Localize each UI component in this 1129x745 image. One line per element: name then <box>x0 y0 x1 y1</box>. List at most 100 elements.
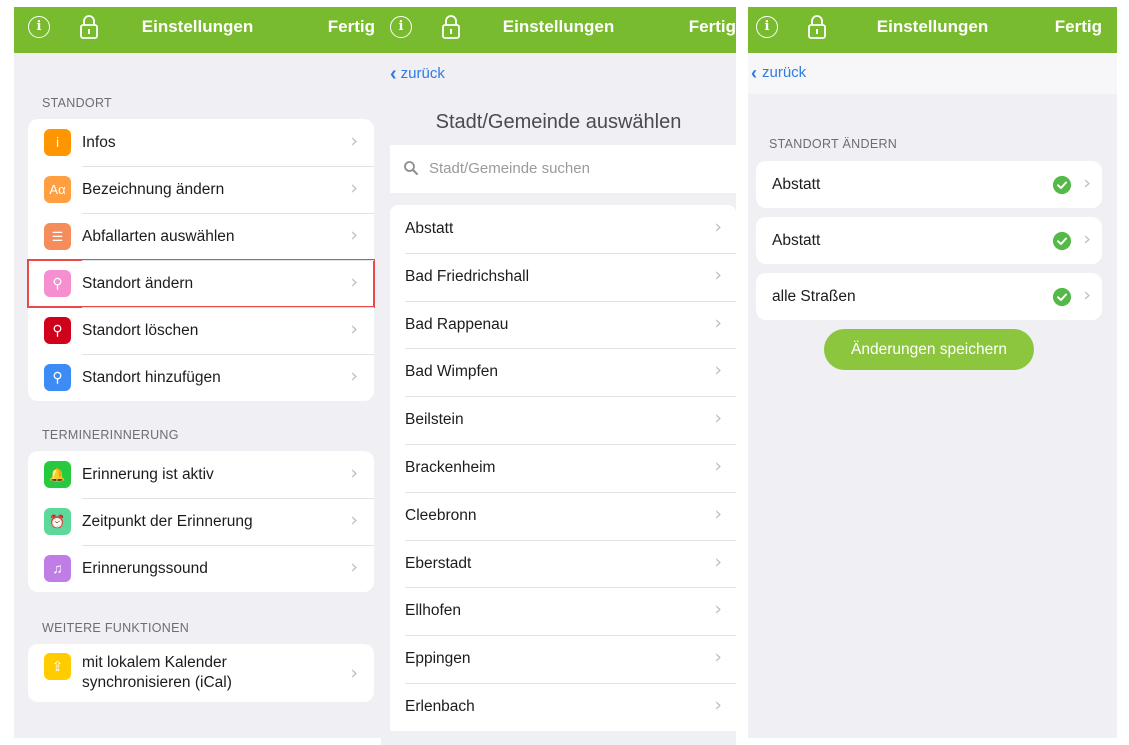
done-button[interactable]: Fertig <box>328 7 375 47</box>
chevron-right-icon: › <box>350 662 358 684</box>
city-label: Eberstadt <box>405 554 472 572</box>
chevron-right-icon: › <box>350 224 358 246</box>
location-delete-icon: ⚲ <box>44 317 71 344</box>
back-button[interactable]: ‹ zurück <box>751 53 806 93</box>
settings-item-erinnerung-aktiv[interactable]: 🔔 Erinnerung ist aktiv › <box>28 451 374 498</box>
settings-item-ical-sync[interactable]: ⇪ mit lokalem Kalender synchronisieren (… <box>28 644 374 702</box>
chevron-right-icon: › <box>1083 172 1091 194</box>
chevron-left-icon: ‹ <box>390 63 397 85</box>
standort-group: i Infos › Aα Bezeichnung ändern › ☰ Abfa… <box>27 119 375 401</box>
settings-item-standort-loeschen[interactable]: ⚲ Standort löschen › <box>28 307 374 354</box>
settings-item-sound[interactable]: ♫ Erinnerungssound › <box>28 545 374 592</box>
chevron-right-icon: › <box>714 693 722 716</box>
city-label: Brackenheim <box>405 458 496 476</box>
back-button[interactable]: ‹ zurück <box>390 63 445 86</box>
city-item-eberstadt[interactable]: Eberstadt › <box>390 539 736 588</box>
label-line-2: synchronisieren (iCal) <box>82 674 232 691</box>
city-item-cleebronn[interactable]: Cleebronn › <box>390 491 736 540</box>
chevron-right-icon: › <box>350 271 358 293</box>
chevron-right-icon: › <box>714 502 722 525</box>
chevron-right-icon: › <box>714 311 722 334</box>
city-item-eppingen[interactable]: Eppingen › <box>390 635 736 683</box>
section-title-standort-aendern: STANDORT ÄNDERN <box>769 137 898 151</box>
settings-item-standort-hinzufuegen[interactable]: ⚲ Standort hinzufügen › <box>28 354 374 401</box>
settings-item-label: Erinnerung ist aktiv <box>82 466 214 483</box>
selection-district[interactable]: Abstatt › <box>756 217 1102 264</box>
chevron-right-icon: › <box>350 130 358 152</box>
page-title: Einstellungen <box>502 17 615 36</box>
settings-item-abfallarten[interactable]: ☰ Abfallarten auswählen › <box>28 213 374 260</box>
location-edit-icon: ⚲ <box>44 270 71 297</box>
selection-label: Abstatt <box>772 232 821 249</box>
chevron-right-icon: › <box>714 646 722 669</box>
top-bar: i Einstellungen Fertig <box>14 7 381 53</box>
calendar-export-icon: ⇪ <box>44 653 71 680</box>
city-item-beilstein[interactable]: Beilstein › <box>390 396 736 444</box>
chevron-right-icon: › <box>350 318 358 340</box>
chevron-right-icon: › <box>714 263 722 286</box>
settings-item-label: Erinnerungssound <box>82 560 208 577</box>
chevron-right-icon: › <box>350 177 358 199</box>
selection-label: alle Straßen <box>772 288 856 305</box>
label-line-1: mit lokalem Kalender <box>82 654 227 671</box>
settings-item-label: Zeitpunkt der Erinnerung <box>82 513 253 530</box>
info-icon: i <box>44 129 71 156</box>
alarm-icon: ⏰ <box>44 508 71 535</box>
settings-item-label: Infos <box>82 134 116 151</box>
settings-item-label: Bezeichnung ändern <box>82 181 225 198</box>
settings-item-zeitpunkt[interactable]: ⏰ Zeitpunkt der Erinnerung › <box>28 498 374 545</box>
chevron-right-icon: › <box>714 407 722 430</box>
city-label: Bad Friedrichshall <box>405 267 530 285</box>
city-item-bad-wimpfen[interactable]: Bad Wimpfen › <box>390 348 736 396</box>
page-title: Einstellungen <box>141 17 254 36</box>
selection-street[interactable]: alle Straßen › <box>756 273 1102 320</box>
city-label: Abstatt <box>405 220 454 237</box>
settings-item-label: mit lokalem Kalender synchronisieren (iC… <box>82 653 232 693</box>
city-label: Cleebronn <box>405 506 477 524</box>
city-item-bad-friedrichshall[interactable]: Bad Friedrichshall › <box>390 252 736 301</box>
location-change-panel: i Einstellungen Fertig ‹ zurück STANDORT … <box>748 7 1117 738</box>
checkmark-icon <box>1053 176 1071 194</box>
search-field[interactable]: Stadt/Gemeinde suchen <box>390 145 736 193</box>
city-label: Erlenbach <box>405 697 475 715</box>
city-label: Bad Wimpfen <box>405 363 499 381</box>
chevron-left-icon: ‹ <box>751 63 757 83</box>
settings-item-label: Standort löschen <box>82 322 199 339</box>
settings-item-standort-aendern[interactable]: ⚲ Standort ändern › <box>27 259 375 308</box>
done-button[interactable]: Fertig <box>1055 7 1102 47</box>
section-title-weitere-funktionen: WEITERE FUNKTIONEN <box>42 621 190 635</box>
chevron-right-icon: › <box>350 365 358 387</box>
chevron-right-icon: › <box>1083 284 1091 306</box>
chevron-right-icon: › <box>714 598 722 621</box>
city-list: Abstatt › Bad Friedrichshall › Bad Rappena… <box>390 205 736 731</box>
bell-icon: 🔔 <box>44 461 71 488</box>
chevron-right-icon: › <box>714 359 722 382</box>
search-icon <box>404 161 418 175</box>
chevron-right-icon: › <box>714 454 722 477</box>
chevron-right-icon: › <box>350 462 358 484</box>
city-item-abstatt[interactable]: Abstatt › <box>390 205 736 253</box>
section-title-terminerinnerung: TERMINERINNERUNG <box>42 428 179 442</box>
city-item-ellhofen[interactable]: Ellhofen › <box>390 587 736 635</box>
city-item-erlenbach[interactable]: Erlenbach › <box>390 682 736 731</box>
done-button[interactable]: Fertig <box>689 7 736 47</box>
selection-city[interactable]: Abstatt › <box>756 161 1102 208</box>
settings-item-infos[interactable]: i Infos › <box>28 119 374 166</box>
top-bar: i Einstellungen Fertig <box>748 7 1117 53</box>
city-label: Beilstein <box>405 411 464 429</box>
settings-item-label: Abfallarten auswählen <box>82 228 235 245</box>
chevron-right-icon: › <box>1083 228 1091 250</box>
music-note-icon: ♫ <box>44 555 71 582</box>
settings-panel: i Einstellungen Fertig STANDORT i Infos … <box>14 7 381 738</box>
city-label: Eppingen <box>405 650 471 668</box>
city-item-bad-rappenau[interactable]: Bad Rappenau › <box>390 300 736 349</box>
city-select-panel: i Einstellungen Fertig ‹ zurück Stadt/Gem… <box>381 7 736 745</box>
city-item-brackenheim[interactable]: Brackenheim › <box>390 443 736 492</box>
save-changes-button[interactable]: Änderungen speichern <box>824 329 1034 370</box>
settings-item-bezeichnung[interactable]: Aα Bezeichnung ändern › <box>28 166 374 213</box>
terminerinnerung-group: 🔔 Erinnerung ist aktiv › ⏰ Zeitpunkt der… <box>28 451 374 592</box>
nav-bar: ‹ zurück <box>748 53 1117 94</box>
settings-item-label: Standort ändern <box>82 275 194 292</box>
back-label: zurück <box>762 64 807 81</box>
section-title-standort: STANDORT <box>42 96 112 110</box>
